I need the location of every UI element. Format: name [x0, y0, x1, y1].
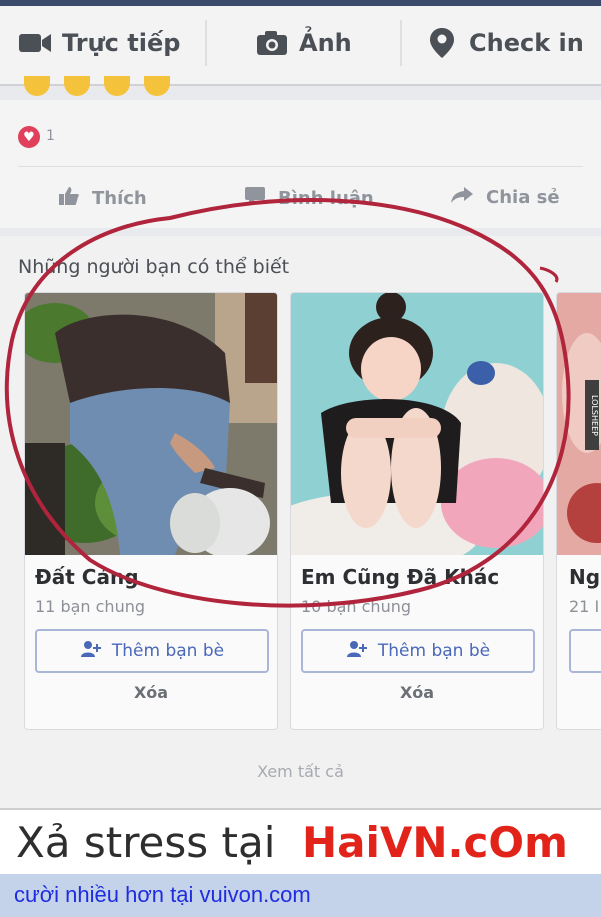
share-label: Chia sẻ: [486, 187, 560, 208]
share-arrow-icon: [450, 186, 474, 209]
emoji-icon: [24, 76, 50, 96]
banner-site-logo: HaiVN.cOm: [302, 818, 568, 867]
live-button[interactable]: Trực tiếp: [18, 28, 180, 58]
add-friend-button[interactable]: Thêm bạn bè: [301, 629, 535, 673]
like-label: Thích: [92, 188, 147, 209]
banner-slogan: Xả stress tại: [16, 818, 276, 867]
emoji-icon: [64, 76, 90, 96]
heart-reaction-icon[interactable]: ♥: [18, 126, 40, 148]
remove-button[interactable]: Xóa: [25, 683, 277, 702]
profile-photo[interactable]: [291, 293, 543, 573]
emoji-icon: [104, 76, 130, 96]
live-label: Trực tiếp: [62, 29, 181, 57]
divider: [18, 166, 583, 167]
photo-label: Ảnh: [299, 29, 352, 57]
thumbs-up-icon: [58, 186, 80, 211]
add-friend-label: Thêm bạn bè: [111, 641, 225, 661]
remove-button[interactable]: Xóa: [291, 683, 543, 702]
side-watermark: LOLSHEEP: [585, 380, 599, 450]
watermark-banner: Xả stress tại HaiVN.cOm: [0, 808, 601, 876]
add-friend-button[interactable]: Thêm bạn bè: [35, 629, 269, 673]
add-friend-icon: [80, 640, 102, 663]
divider: [205, 20, 207, 66]
comment-button[interactable]: Bình luận: [244, 186, 374, 211]
mutual-friends[interactable]: 10 bạn chung: [301, 597, 411, 616]
reaction-count: 1: [46, 128, 55, 144]
camera-icon: [255, 28, 289, 58]
suggestion-card[interactable]: Đất Cảng 11 bạn chung Thêm bạn bè Xóa: [24, 292, 278, 730]
video-camera-icon: [18, 28, 52, 58]
add-friend-label: Thêm bạn bè: [377, 641, 491, 661]
add-friend-button[interactable]: [569, 629, 601, 673]
checkin-button[interactable]: Check in: [425, 28, 584, 58]
like-button[interactable]: Thích: [58, 186, 147, 211]
share-button[interactable]: Chia sẻ: [450, 186, 560, 209]
suggestion-name[interactable]: Em Cũng Đã Khác: [301, 565, 499, 589]
composer-bar: Trực tiếp Ảnh Check in: [0, 6, 601, 86]
screenshot-photo: Trực tiếp Ảnh Check in ♥ 1 Thích Bình lu…: [0, 0, 601, 808]
mutual-friends[interactable]: 21 I: [569, 597, 599, 616]
suggestion-card[interactable]: Em Cũng Đã Khác 10 bạn chung Thêm bạn bè…: [290, 292, 544, 730]
checkin-label: Check in: [469, 29, 584, 57]
divider: [400, 20, 402, 66]
profile-photo[interactable]: [25, 293, 277, 558]
mutual-friends[interactable]: 11 bạn chung: [35, 597, 145, 616]
location-pin-icon: [425, 28, 459, 58]
suggestion-name[interactable]: Ng: [569, 565, 600, 589]
emoji-icon: [144, 76, 170, 96]
suggestion-card[interactable]: Ng 21 I: [556, 292, 601, 730]
comment-icon: [244, 186, 266, 211]
suggestion-name[interactable]: Đất Cảng: [35, 565, 139, 589]
see-all-link[interactable]: Xem tất cả: [0, 762, 601, 781]
footer-prefix: cười nhiều hơn tại: [14, 882, 194, 907]
photo-button[interactable]: Ảnh: [255, 28, 352, 58]
footer-credit: cười nhiều hơn tại vuivon.com: [0, 874, 601, 917]
section-title: Những người bạn có thể biết: [18, 256, 290, 278]
comment-label: Bình luận: [278, 188, 374, 209]
footer-site-link[interactable]: vuivon.com: [199, 882, 310, 907]
add-friend-icon: [346, 640, 368, 663]
